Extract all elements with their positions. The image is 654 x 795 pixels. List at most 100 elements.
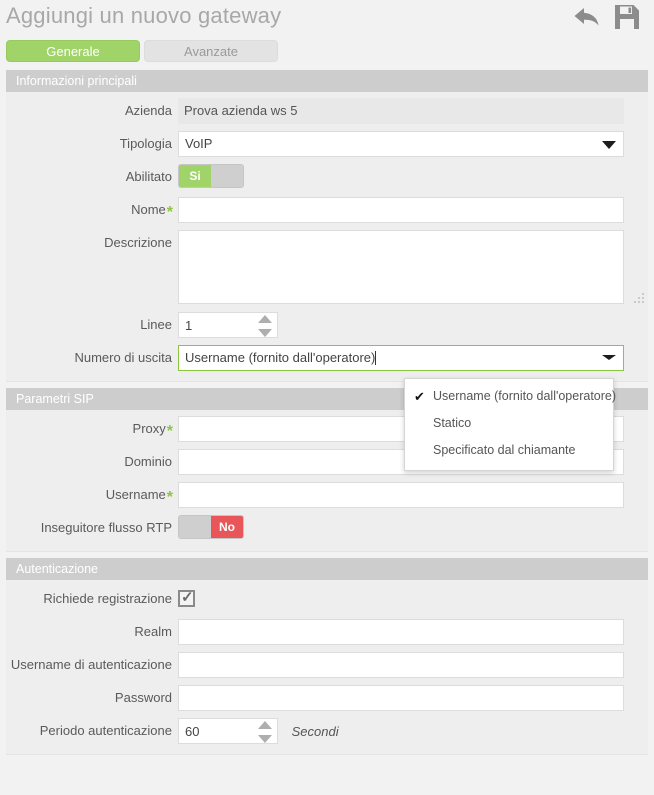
field-row-azienda: Azienda Prova azienda ws 5 <box>6 98 648 126</box>
label-dominio: Dominio <box>124 454 172 469</box>
header-actions <box>572 4 640 30</box>
toggle-on-label: Si <box>179 165 211 187</box>
label-nome: Nome* <box>6 197 178 223</box>
toggle-knob <box>211 165 243 187</box>
numero-uscita-selected-value: Username (fornito dall'operatore) <box>179 346 623 370</box>
text-cursor <box>375 351 377 365</box>
label-proxy: Proxy* <box>6 416 178 442</box>
field-row-periodo: Periodo autenticazione Secondi <box>6 718 648 746</box>
field-row-linee: Linee <box>6 312 648 340</box>
label-richiede-registrazione: Richiede registrazione <box>43 591 172 606</box>
label-auth-username: Username di autenticazione <box>10 657 172 672</box>
resize-grip-icon <box>634 293 644 303</box>
abilitato-toggle[interactable]: Si <box>178 164 244 188</box>
linee-stepper[interactable] <box>178 312 278 338</box>
label-username-text: Username <box>105 487 166 502</box>
linee-spin-buttons <box>258 315 272 337</box>
page-header: Aggiungi un nuovo gateway <box>0 0 654 40</box>
realm-input[interactable] <box>178 619 624 645</box>
tab-avanzate[interactable]: Avanzate <box>144 40 278 62</box>
label-proxy-text: Proxy <box>132 421 166 436</box>
auth-username-input[interactable] <box>178 652 624 678</box>
field-row-abilitato: Abilitato Si <box>6 164 648 192</box>
toggle-off-label: No <box>211 516 243 538</box>
password-input[interactable] <box>178 685 624 711</box>
periodo-unit-label: Secondi <box>291 723 339 739</box>
field-row-tipologia: Tipologia VoIP <box>6 131 648 159</box>
control-abilitato: Si <box>178 164 648 188</box>
control-password <box>178 685 648 711</box>
field-row-descrizione: Descrizione <box>6 230 648 307</box>
label-username: Username* <box>6 482 178 508</box>
richiede-registrazione-checkbox[interactable]: ✓ <box>178 589 195 607</box>
section-header-main-info: Informazioni principali <box>6 70 648 92</box>
tipologia-select[interactable]: VoIP <box>178 131 624 157</box>
field-row-numero-uscita: Numero di uscita Username (fornito dall'… <box>6 345 648 373</box>
numero-uscita-select[interactable]: Username (fornito dall'operatore) <box>178 345 624 371</box>
label-periodo: Periodo autenticazione <box>39 723 172 738</box>
spinner-up-icon[interactable] <box>258 721 272 729</box>
dropdown-option-specificato[interactable]: Specificato dal chiamante <box>405 437 613 464</box>
field-row-rtp: Inseguitore flusso RTP No <box>6 515 648 543</box>
required-asterisk-username: * <box>166 489 173 506</box>
field-row-username: Username* <box>6 482 648 510</box>
control-rtp: No <box>178 515 648 541</box>
control-realm <box>178 619 648 645</box>
label-descrizione: Descrizione <box>104 235 172 250</box>
periodo-stepper[interactable] <box>178 718 278 744</box>
control-azienda: Prova azienda ws 5 <box>178 98 648 124</box>
chevron-down-icon <box>602 141 616 149</box>
azienda-value: Prova azienda ws 5 <box>178 98 624 124</box>
save-icon[interactable] <box>614 4 640 30</box>
rtp-toggle[interactable]: No <box>178 515 244 539</box>
required-asterisk-nome: * <box>166 204 173 221</box>
back-icon[interactable] <box>572 5 602 29</box>
dropdown-option-label: Statico <box>433 416 472 430</box>
field-row-realm: Realm <box>6 619 648 647</box>
section-header-auth: Autenticazione <box>6 558 648 580</box>
label-linee: Linee <box>140 317 172 332</box>
periodo-spin-buttons <box>258 721 272 743</box>
label-nome-text: Nome <box>131 202 166 217</box>
descrizione-textarea[interactable] <box>178 230 624 304</box>
spinner-down-icon[interactable] <box>258 735 272 743</box>
label-abilitato: Abilitato <box>125 169 172 184</box>
label-tipologia: Tipologia <box>119 136 172 151</box>
control-linee <box>178 312 648 338</box>
username-input[interactable] <box>178 482 624 508</box>
control-numero-uscita: Username (fornito dall'operatore) <box>178 345 648 371</box>
control-descrizione <box>178 230 648 307</box>
field-row-nome: Nome* <box>6 197 648 225</box>
control-richiede-registrazione: ✓ <box>178 586 648 610</box>
toggle-knob <box>179 516 211 538</box>
nome-input[interactable] <box>178 197 624 223</box>
control-username <box>178 482 648 508</box>
panel-main-info: Azienda Prova azienda ws 5 Tipologia VoI… <box>6 92 648 382</box>
dropdown-option-statico[interactable]: Statico <box>405 410 613 437</box>
required-asterisk-proxy: * <box>166 423 173 440</box>
label-password: Password <box>114 690 172 705</box>
control-periodo: Secondi <box>178 718 648 744</box>
control-tipologia: VoIP <box>178 131 648 157</box>
periodo-input[interactable] <box>179 719 253 743</box>
field-row-auth-username: Username di autenticazione <box>6 652 648 680</box>
panel-auth: Richiede registrazione ✓ Realm Username … <box>6 580 648 755</box>
control-nome <box>178 197 648 223</box>
label-azienda: Azienda <box>125 103 172 118</box>
linee-input[interactable] <box>179 313 253 337</box>
tab-generale[interactable]: Generale <box>6 40 140 62</box>
chevron-down-icon <box>602 355 616 360</box>
tipologia-selected-value: VoIP <box>185 136 213 151</box>
dropdown-option-username[interactable]: ✔ Username (fornito dall'operatore) <box>405 383 616 410</box>
check-icon: ✔ <box>414 389 425 404</box>
field-row-richiede-registrazione: Richiede registrazione ✓ <box>6 586 648 614</box>
control-auth-username <box>178 652 648 678</box>
label-rtp: Inseguitore flusso RTP <box>40 520 172 535</box>
spinner-up-icon[interactable] <box>258 315 272 323</box>
label-numero-uscita: Numero di uscita <box>74 350 172 365</box>
numero-uscita-dropdown-menu[interactable]: ✔ Username (fornito dall'operatore) Stat… <box>404 378 616 471</box>
label-realm: Realm <box>134 624 172 639</box>
field-row-password: Password <box>6 685 648 713</box>
tab-bar: Generale Avanzate <box>6 40 654 64</box>
spinner-down-icon[interactable] <box>258 329 272 337</box>
